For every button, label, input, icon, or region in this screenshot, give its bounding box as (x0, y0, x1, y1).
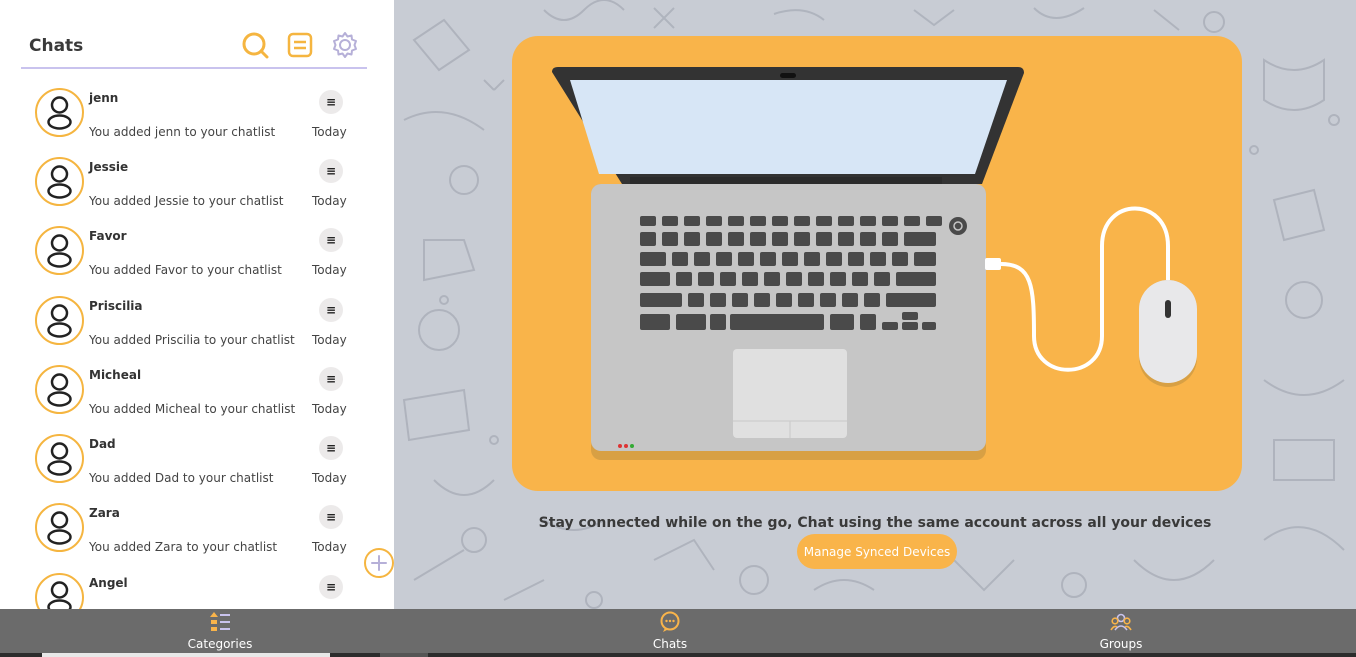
chat-menu-button[interactable]: ≡ (319, 228, 343, 252)
sidebar-header: Chats (21, 22, 367, 69)
chat-list-item[interactable]: Angel ≡ (0, 563, 394, 609)
chat-list-item[interactable]: Priscilia You added Priscilia to your ch… (0, 286, 394, 355)
avatar (35, 88, 84, 137)
chat-name: Dad (89, 437, 116, 451)
chat-bubble-icon (660, 611, 680, 632)
chat-list-item[interactable]: Dad You added Dad to your chatlist Today… (0, 424, 394, 493)
chat-time: Today (312, 540, 347, 554)
chat-name: Micheal (89, 368, 142, 382)
settings-icon[interactable] (331, 31, 359, 59)
chat-list-item[interactable]: Zara You added Zara to your chatlist Tod… (0, 493, 394, 562)
chat-list-item[interactable]: Micheal You added Micheal to your chatli… (0, 355, 394, 424)
chat-last-message: You added Priscilia to your chatlist (89, 333, 295, 347)
chat-time: Today (312, 263, 347, 277)
avatar (35, 573, 84, 609)
chat-last-message: You added Jessie to your chatlist (89, 194, 284, 208)
sidebar-title: Chats (29, 36, 84, 56)
chat-last-message: You added Dad to your chatlist (89, 471, 274, 485)
new-chat-button[interactable] (364, 548, 394, 578)
nav-label: Groups (1099, 637, 1143, 651)
avatar (35, 296, 84, 345)
window-bottom-strip (0, 653, 1356, 657)
chat-last-message: You added Favor to your chatlist (89, 263, 282, 277)
chat-menu-button[interactable]: ≡ (319, 505, 343, 529)
sync-tagline: Stay connected while on the go, Chat usi… (538, 515, 1212, 531)
laptop-illustration (512, 36, 1242, 491)
manage-synced-devices-button[interactable]: Manage Synced Devices (797, 534, 957, 569)
avatar (35, 157, 84, 206)
chat-list-item[interactable]: Favor You added Favor to your chatlist T… (0, 216, 394, 285)
chat-time: Today (312, 194, 347, 208)
chat-name: jenn (89, 91, 119, 105)
chat-menu-button[interactable]: ≡ (319, 159, 343, 183)
chat-last-message: You added Micheal to your chatlist (89, 402, 296, 416)
nav-chats[interactable]: Chats (590, 609, 750, 653)
chat-list-item[interactable]: jenn You added jenn to your chatlist Tod… (0, 78, 394, 147)
nav-categories[interactable]: Categories (140, 609, 300, 653)
chat-time: Today (312, 125, 347, 139)
chat-menu-button[interactable]: ≡ (319, 575, 343, 599)
chat-last-message: You added jenn to your chatlist (89, 125, 276, 139)
chat-menu-button[interactable]: ≡ (319, 90, 343, 114)
chat-sidebar: Chats jenn You added jenn to your chatli… (0, 0, 394, 609)
nav-label: Categories (187, 637, 253, 651)
chat-name: Favor (89, 229, 127, 243)
chat-time: Today (312, 402, 347, 416)
categories-icon (210, 612, 230, 631)
chat-menu-button[interactable]: ≡ (319, 436, 343, 460)
strip-segment (42, 653, 330, 657)
list-icon[interactable] (286, 31, 314, 59)
chat-list-item[interactable]: Jessie You added Jessie to your chatlist… (0, 147, 394, 216)
chat-menu-button[interactable]: ≡ (319, 367, 343, 391)
groups-icon (1110, 613, 1132, 631)
chat-name: Priscilia (89, 299, 143, 313)
avatar (35, 226, 84, 275)
chat-time: Today (312, 471, 347, 485)
strip-segment (380, 653, 428, 657)
chat-time: Today (312, 333, 347, 347)
nav-groups[interactable]: Groups (1041, 609, 1201, 653)
chat-name: Zara (89, 506, 120, 520)
avatar (35, 434, 84, 483)
main-panel: Stay connected while on the go, Chat usi… (394, 0, 1356, 609)
plus-icon (371, 555, 387, 571)
bottom-navigation: Categories Chats Groups (0, 609, 1356, 653)
chat-name: Jessie (89, 160, 129, 174)
avatar (35, 503, 84, 552)
nav-label: Chats (652, 637, 688, 651)
laptop-icon (552, 67, 1197, 460)
chat-last-message: You added Zara to your chatlist (89, 540, 278, 554)
avatar (35, 365, 84, 414)
search-icon[interactable] (241, 31, 269, 59)
chat-name: Angel (89, 576, 128, 590)
chat-menu-button[interactable]: ≡ (319, 298, 343, 322)
